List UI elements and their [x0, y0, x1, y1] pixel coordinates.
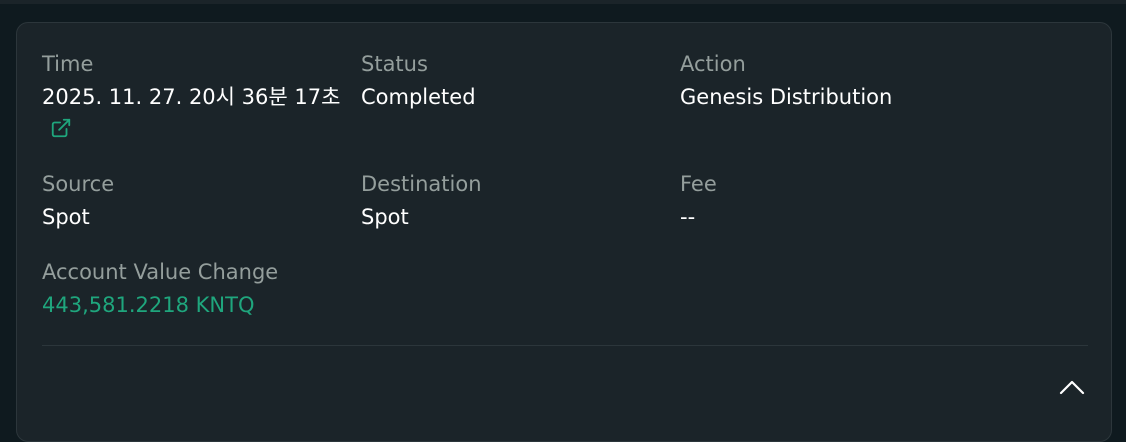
fee-label: Fee: [680, 172, 717, 196]
source-label: Source: [42, 172, 115, 196]
fee-field: Fee --: [680, 170, 980, 233]
chevron-up-icon[interactable]: [1057, 375, 1087, 399]
status-value: Completed: [361, 85, 476, 109]
fee-value: --: [680, 205, 696, 229]
divider: [42, 345, 1088, 346]
account-change-label: Account Value Change: [42, 260, 279, 284]
time-field: Time 2025. 11. 27. 20시 36분 17초: [42, 50, 342, 145]
top-bar: [0, 0, 1126, 4]
source-value: Spot: [42, 205, 90, 229]
source-field: Source Spot: [42, 170, 342, 233]
action-value: Genesis Distribution: [680, 85, 893, 109]
status-label: Status: [361, 52, 428, 76]
action-label: Action: [680, 52, 746, 76]
action-field: Action Genesis Distribution: [680, 50, 980, 113]
time-value: 2025. 11. 27. 20시 36분 17초: [42, 81, 342, 145]
destination-label: Destination: [361, 172, 482, 196]
external-link-icon[interactable]: [50, 117, 72, 139]
destination-value: Spot: [361, 205, 409, 229]
account-change-field: Account Value Change 443,581.2218 KNTQ: [42, 258, 442, 321]
transaction-detail-card: Time 2025. 11. 27. 20시 36분 17초 Status Co…: [16, 22, 1112, 442]
status-field: Status Completed: [361, 50, 661, 113]
time-label: Time: [42, 52, 94, 76]
time-text: 2025. 11. 27. 20시 36분 17초: [42, 85, 341, 109]
destination-field: Destination Spot: [361, 170, 661, 233]
account-change-value: 443,581.2218 KNTQ: [42, 293, 255, 317]
